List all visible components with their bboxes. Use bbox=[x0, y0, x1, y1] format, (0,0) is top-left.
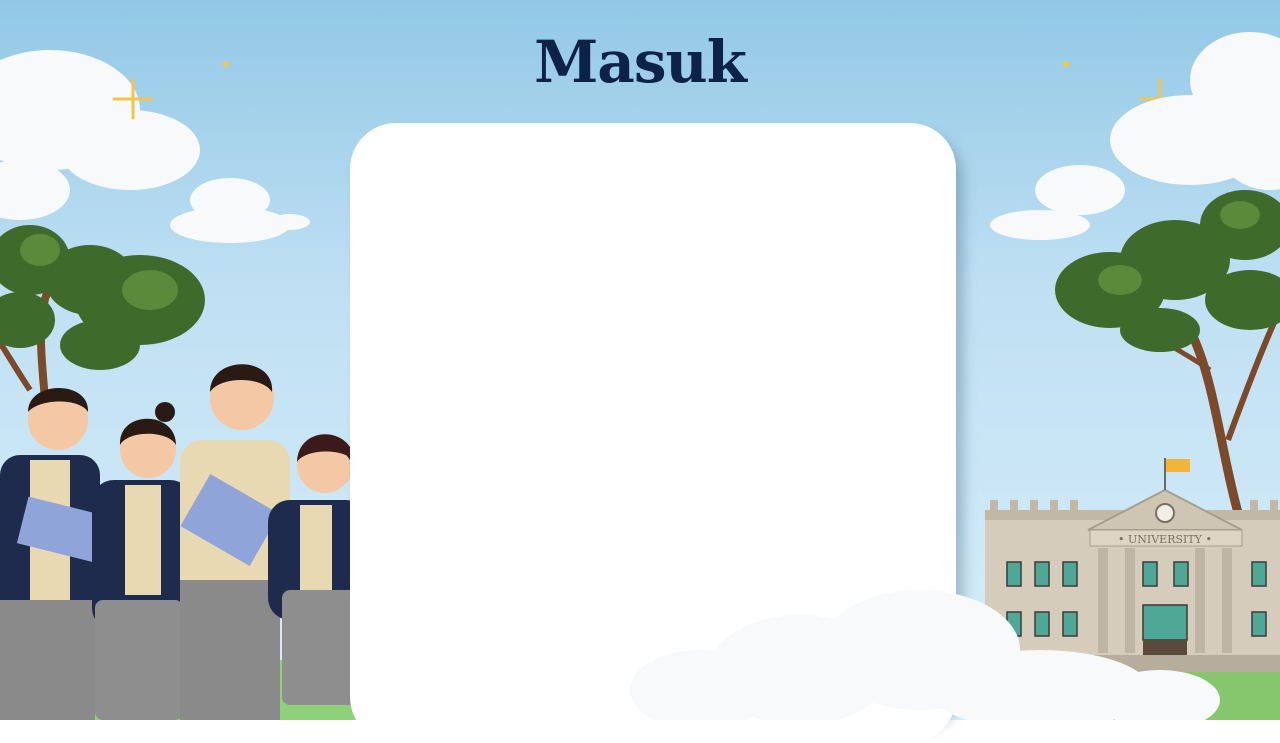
university-sign: • UNIVERSITY • bbox=[1118, 533, 1212, 546]
foreground-clouds: • UNIVERSITY • bbox=[630, 533, 1220, 720]
